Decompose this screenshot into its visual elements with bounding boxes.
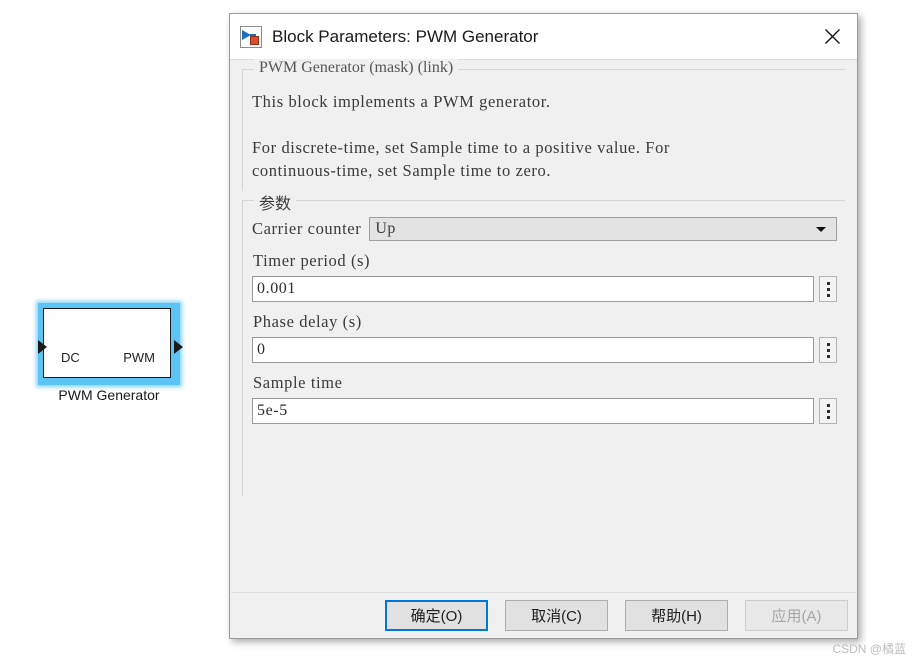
apply-button: 应用(A) bbox=[745, 599, 848, 631]
pwm-generator-block[interactable]: DC PWM bbox=[38, 303, 183, 385]
phase-delay-label: Phase delay (s) bbox=[253, 312, 362, 331]
sample-time-row bbox=[252, 398, 837, 424]
block-output-port-label: PWM bbox=[123, 350, 155, 365]
input-port-arrow-icon[interactable] bbox=[38, 340, 47, 354]
block-body[interactable]: DC PWM bbox=[43, 308, 171, 378]
dialog-title-text: Block Parameters: PWM Generator bbox=[272, 26, 539, 46]
sample-time-input[interactable] bbox=[252, 398, 814, 424]
timer-period-more-button[interactable] bbox=[819, 276, 837, 302]
ok-button[interactable]: 确定(O) bbox=[385, 599, 488, 631]
carrier-counter-row: Carrier counter Up bbox=[252, 217, 837, 241]
parameters-group: 参数 Carrier counter Up Timer period (s) P… bbox=[242, 190, 845, 496]
cancel-button[interactable]: 取消(C) bbox=[505, 599, 608, 631]
timer-period-label: Timer period (s) bbox=[253, 251, 371, 270]
phase-delay-more-button[interactable] bbox=[819, 337, 837, 363]
carrier-counter-label: Carrier counter bbox=[252, 219, 362, 238]
help-button[interactable]: 帮助(H) bbox=[625, 599, 728, 631]
carrier-counter-value: Up bbox=[375, 220, 396, 237]
block-input-port-label: DC bbox=[61, 350, 80, 365]
timer-period-row bbox=[252, 276, 837, 302]
sample-time-label: Sample time bbox=[253, 373, 343, 392]
simulink-block-icon bbox=[240, 25, 262, 48]
block-caption-label: PWM Generator bbox=[58, 387, 160, 403]
block-description-text: This block implements a PWM generator. F… bbox=[252, 92, 671, 180]
phase-delay-input[interactable] bbox=[252, 337, 814, 363]
timer-period-input[interactable] bbox=[252, 276, 814, 302]
close-icon[interactable] bbox=[807, 14, 857, 59]
chevron-down-icon bbox=[816, 226, 826, 232]
phase-delay-row bbox=[252, 337, 837, 363]
block-parameters-dialog: Block Parameters: PWM Generator PWM Gene… bbox=[229, 13, 858, 639]
parameters-group-legend: 参数 bbox=[254, 190, 297, 214]
dialog-titlebar[interactable]: Block Parameters: PWM Generator bbox=[230, 14, 857, 60]
dialog-button-bar: 确定(O) 取消(C) 帮助(H) 应用(A) bbox=[231, 592, 856, 637]
watermark-label: CSDN @橘蓝 bbox=[832, 642, 906, 656]
carrier-counter-select[interactable]: Up bbox=[369, 217, 837, 241]
block-description-legend: PWM Generator (mask) (link) bbox=[254, 59, 459, 77]
output-port-arrow-icon[interactable] bbox=[174, 340, 183, 354]
sample-time-more-button[interactable] bbox=[819, 398, 837, 424]
dialog-body: PWM Generator (mask) (link) This block i… bbox=[230, 59, 857, 603]
block-description-group: PWM Generator (mask) (link) This block i… bbox=[242, 59, 845, 191]
